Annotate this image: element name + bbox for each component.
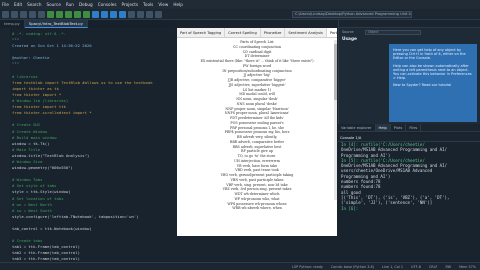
menu-view[interactable]: View [158, 2, 168, 7]
open-folder-icon[interactable] [11, 10, 18, 18]
settings-icon[interactable] [38, 10, 45, 18]
help-pane-tabs: Variable explorer Help Plots Files [338, 124, 480, 132]
console-tabs: Console 1/A [338, 134, 480, 142]
editor-tab-textblob[interactable]: Spacyi/Intro_TextBlobText.py [24, 20, 88, 28]
tab-files[interactable]: Files [406, 124, 422, 131]
step-return-icon[interactable] [119, 10, 126, 18]
run-cell-advance-icon[interactable] [74, 10, 81, 18]
save-all-icon[interactable] [29, 10, 36, 18]
code-line[interactable]: from textblob import TextBlob #allows us… [12, 80, 174, 86]
pos-list-text: Parts of Speech List CC coordinating conj… [177, 40, 337, 211]
scrollbar-thumb[interactable] [334, 44, 337, 100]
menu-consoles[interactable]: Consoles [98, 2, 117, 7]
help-tip-1: Here you can get help of any object by p… [393, 48, 466, 61]
pos-window-tabs: Part of Speech Tagging Correct Spelling … [177, 28, 337, 38]
maximize-pane-icon[interactable] [137, 10, 144, 18]
run-cell-icon[interactable] [65, 10, 72, 18]
editor-tab-temp[interactable]: temp.py [0, 20, 25, 28]
working-directory-field[interactable]: C:\Users\Lindsay\Desktop\Python Advanced… [292, 11, 412, 18]
python-path-icon[interactable] [155, 10, 162, 18]
help-tip-tutorial-link[interactable]: New to Spyder? Read our tutorial [393, 83, 473, 87]
new-file-icon[interactable] [2, 10, 9, 18]
step-into-icon[interactable] [110, 10, 117, 18]
pos-reference-window: Part of Speech Tagging Correct Spelling … [177, 28, 337, 236]
menu-edit[interactable]: Edit [14, 2, 22, 7]
help-pane-toolbar [339, 20, 480, 28]
spyder-ide-window: File Edit Search Source Run Debug Consol… [0, 0, 480, 270]
step-icon[interactable] [101, 10, 108, 18]
tab-pos-list[interactable]: Part of Speech List [326, 28, 337, 37]
menu-source[interactable]: Source [47, 2, 61, 7]
menu-help[interactable]: Help [173, 2, 183, 7]
editor-tabs: temp.py Spacyi/Intro_TextBlobText.py [0, 20, 175, 28]
run-file-icon[interactable] [56, 10, 63, 18]
status-lsp: LSP Python: ready [292, 264, 323, 269]
help-usage-title: Usage [342, 37, 357, 42]
toolbar: C:\Users\Lindsay\Desktop\Python Advanced… [0, 9, 480, 20]
menu-bar: File Edit Search Source Run Debug Consol… [0, 0, 480, 9]
tab-phonetize[interactable]: Phonetize [261, 28, 286, 37]
status-permissions: RW [445, 264, 452, 269]
menu-debug[interactable]: Debug [79, 2, 93, 7]
menu-search[interactable]: Search [27, 2, 41, 7]
menu-file[interactable]: File [2, 2, 9, 7]
stop-icon[interactable] [128, 10, 135, 18]
tab-variable-explorer[interactable]: Variable explorer [338, 124, 376, 131]
run-icon[interactable] [47, 10, 54, 18]
tab-correct-spelling[interactable]: Correct Spelling [225, 28, 261, 37]
help-tip-2: Help can also be shown automatically aft… [393, 63, 472, 81]
status-cursor: Line 1, Col 1 [381, 264, 404, 269]
status-bar: LSP Python: ready Conda: base (Python 3.… [0, 262, 480, 270]
tab-pos-tagging[interactable]: Part of Speech Tagging [177, 28, 226, 37]
menu-tools[interactable]: Tools [143, 2, 153, 7]
line-number-gutter [0, 28, 10, 262]
status-encoding: UTF-8 [411, 264, 421, 269]
status-conda: Conda: base (Python 3.8) [330, 264, 374, 269]
pos-list-scrollbar[interactable] [334, 40, 337, 200]
help-object-input[interactable]: Object [365, 30, 421, 35]
console-input-line: In [6]: [341, 205, 359, 211]
debug-icon[interactable] [92, 10, 99, 18]
tab-plots[interactable]: Plots [391, 124, 407, 131]
menu-projects[interactable]: Projects [122, 2, 139, 7]
preferences-icon[interactable] [146, 10, 153, 18]
menu-run[interactable]: Run [66, 2, 74, 7]
tab-sentiment-analysis[interactable]: Sentiment Analysis [285, 28, 327, 37]
ipython-console[interactable]: In [4]: runfile('C:/Users/cheetie/OneDri… [338, 142, 480, 260]
code-editor[interactable]: # -*- coding: utf-8 -*- """ Created on Sun… [0, 28, 175, 262]
run-selection-icon[interactable] [83, 10, 90, 18]
help-source-label: Source [342, 30, 354, 34]
status-eol: CRLF [428, 264, 438, 269]
code-area[interactable]: # -*- coding: utf-8 -*- """ Created on Sun… [12, 31, 174, 262]
status-memory: Mem 57% [459, 264, 476, 269]
tab-console-1[interactable]: Console 1/A [340, 134, 361, 142]
help-usage-box: Here you can get help of any object by p… [389, 44, 477, 122]
save-icon[interactable] [20, 10, 27, 18]
pos-list-entry: WRB wh-abverb where, when [232, 206, 282, 211]
tab-help[interactable]: Help [375, 124, 391, 131]
